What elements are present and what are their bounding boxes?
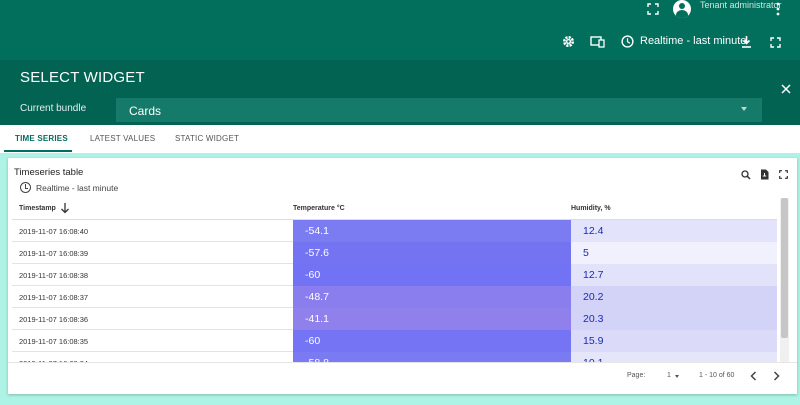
cell-temperature: -54.1 [293,220,571,242]
table-row[interactable]: 2019-11-07 16:08:37 -48.7 20.2 [12,286,777,308]
table-row[interactable]: 2019-11-07 16:08:35 -60 15.9 [12,330,777,352]
page-select[interactable]: 1 [667,372,671,379]
column-header-temperature[interactable]: Temperature °C [293,205,345,212]
cell-humidity-value: 12.7 [583,269,604,281]
cell-temperature: -60 [293,264,571,286]
timewindow-label[interactable]: Realtime - last minute [640,35,746,47]
fullscreen-icon[interactable] [770,37,781,48]
cell-temperature-value: -54.1 [305,225,329,237]
cell-temperature-value: -60 [305,269,321,281]
chevron-left-icon[interactable] [750,371,757,381]
clock-icon[interactable] [621,35,634,48]
download-icon[interactable] [741,35,752,48]
page-range: 1 - 10 of 60 [699,372,735,379]
widget-title: Timeseries table [14,167,84,178]
cell-temperature: -41.1 [293,308,571,330]
cell-temperature-value: -41.1 [305,313,329,325]
bundle-label: Current bundle [20,103,87,114]
chevron-down-icon [741,107,747,111]
cell-timestamp: 2019-11-07 16:08:36 [19,315,89,324]
cell-timestamp: 2019-11-07 16:08:35 [19,337,89,346]
cell-temperature: -57.6 [293,242,571,264]
tab-latest-values[interactable]: LATEST VALUES [90,134,155,143]
chevron-right-icon[interactable] [773,371,780,381]
table-paginator [8,362,797,394]
more-vert-icon[interactable] [775,2,781,16]
cell-humidity: 12.4 [571,220,777,242]
cell-humidity-value: 12.4 [583,225,604,237]
table-row[interactable]: 2019-11-07 16:08:38 -60 12.7 [12,264,777,286]
cell-humidity-value: 20.2 [583,291,604,303]
bundle-select-value: Cards [129,104,162,118]
cell-temperature-value: -48.7 [305,291,329,303]
cell-timestamp: 2019-11-07 16:08:39 [19,249,89,258]
devices-icon[interactable] [590,36,605,48]
page-label: Page: [627,372,646,379]
cell-timestamp: 2019-11-07 16:08:37 [19,293,89,302]
cell-timestamp: 2019-11-07 16:08:40 [19,227,89,236]
table-scrollbar-thumb[interactable] [781,198,788,338]
account-avatar-icon[interactable] [673,0,691,18]
cell-timestamp: 2019-11-07 16:08:38 [19,271,89,280]
cell-temperature-value: -60 [305,335,321,347]
dialog-title: SELECT WIDGET [20,69,145,86]
search-icon[interactable] [741,170,751,180]
cell-temperature-value: -57.6 [305,247,329,259]
bundle-select[interactable]: Cards [116,98,762,122]
cell-humidity: 20.3 [571,308,777,330]
table-row[interactable]: 2019-11-07 16:08:36 -41.1 20.3 [12,308,777,330]
widget-timewindow-label: Realtime - last minute [36,183,119,193]
cell-temperature: -48.7 [293,286,571,308]
tab-static-widget[interactable]: STATIC WIDGET [175,134,239,143]
column-header-timestamp[interactable]: Timestamp [19,205,56,212]
active-tab-indicator [4,150,72,152]
widget-timewindow[interactable]: Realtime - last minute [20,182,118,193]
export-file-icon[interactable] [760,169,769,180]
close-icon[interactable] [781,84,791,94]
cell-humidity: 12.7 [571,264,777,286]
settings-gear-icon[interactable] [562,35,575,48]
cell-humidity-value: 5 [583,247,589,259]
table-row[interactable]: 2019-11-07 16:08:40 -54.1 12.4 [12,220,777,242]
column-header-humidity[interactable]: Humidity, % [571,205,611,212]
clock-icon [20,182,31,193]
table-row[interactable]: 2019-11-07 16:08:39 -57.6 5 [12,242,777,264]
cell-humidity: 15.9 [571,330,777,352]
cell-temperature: -60 [293,330,571,352]
chevron-down-icon [675,375,679,378]
cell-humidity: 5 [571,242,777,264]
fullscreen-icon[interactable] [647,3,659,15]
tab-time-series[interactable]: TIME SERIES [15,134,68,143]
user-name: Tenant administrator [700,0,782,10]
arrow-down-sort-icon[interactable] [60,202,70,214]
cell-humidity: 20.2 [571,286,777,308]
fullscreen-icon[interactable] [779,170,788,179]
cell-humidity-value: 15.9 [583,335,604,347]
cell-humidity-value: 20.3 [583,313,604,325]
